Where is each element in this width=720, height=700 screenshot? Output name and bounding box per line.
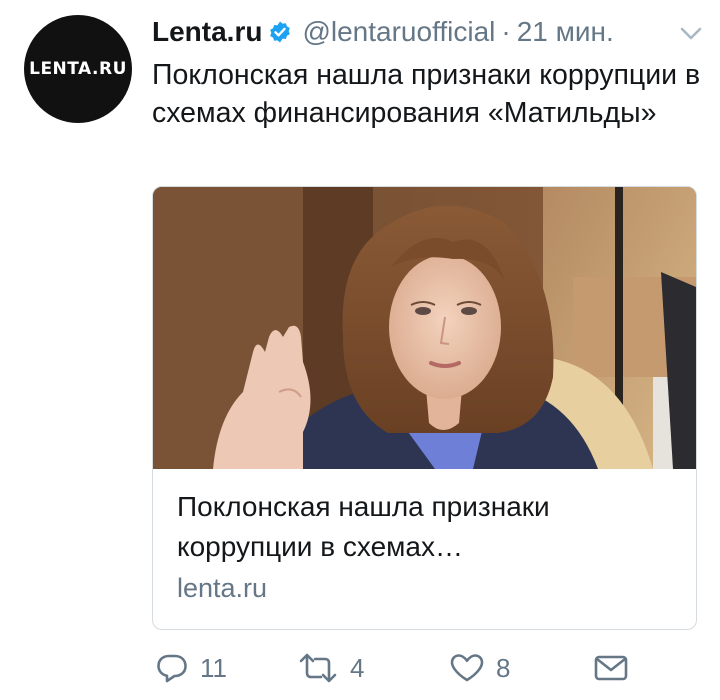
separator-dot: · [501,16,511,47]
avatar[interactable]: LENTA.RU [24,15,132,123]
card-title: Поклонская нашла признаки коррупции в сх… [177,491,550,562]
like-count: 8 [496,652,511,683]
avatar-logo-text: LENTA.RU [29,59,127,79]
retweet-icon [298,653,338,683]
retweet-count: 4 [350,652,365,683]
like-button[interactable]: 8 [450,650,510,686]
chevron-down-icon[interactable] [678,22,704,44]
tweet-timestamp[interactable]: 21 мин. [517,16,614,48]
link-card[interactable]: Поклонская нашла признаки коррупции в сх… [152,186,697,630]
author-handle[interactable]: @lentaruofficial [302,16,495,48]
reply-count: 11 [200,652,227,683]
direct-message-icon [594,654,628,682]
verified-badge-icon [268,20,292,44]
like-icon [450,653,484,683]
tweet-text: Поклонская нашла признаки коррупции в сх… [152,59,701,129]
card-image [153,187,696,469]
tweet-header: Lenta.ru @lentaruofficial · 21 мин. [152,12,712,52]
author-name[interactable]: Lenta.ru [152,16,262,48]
reply-button[interactable]: 11 [156,650,227,686]
reply-icon [156,653,188,683]
retweet-button[interactable]: 4 [298,650,364,686]
card-domain: lenta.ru [177,573,268,603]
tweet-actions: 11 4 8 [0,650,720,690]
direct-message-button[interactable] [594,650,628,686]
